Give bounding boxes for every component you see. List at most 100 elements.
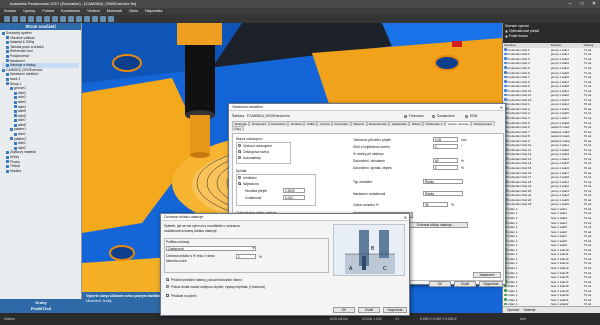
table-row[interactable]: vrtání 1 hole 1 side3 T4 sd. <box>503 216 600 221</box>
holder-ok-button[interactable]: OK <box>333 307 355 313</box>
feed-input[interactable]: 95 <box>423 202 448 207</box>
set-default-button[interactable]: Nastavení <box>473 272 501 278</box>
cancel-button[interactable]: Zrušit <box>454 281 476 287</box>
operation-name: hrubování část 2 <box>507 106 530 111</box>
menu-construct[interactable]: Konstrukce <box>61 8 80 15</box>
help-button[interactable]: Nápověda <box>479 281 503 287</box>
properties-tab[interactable]: Dokončovací <box>366 121 390 126</box>
properties-tab[interactable]: Hrubování 2 <box>423 121 446 126</box>
operation-name: hrubování část 17 <box>507 175 532 180</box>
menu-help[interactable]: Nápověda <box>145 8 162 15</box>
nominal-tool-radio[interactable] <box>166 278 169 281</box>
maximize-button[interactable]: □ <box>578 1 586 7</box>
machining-type-select[interactable]: Řádky <box>423 179 463 184</box>
holder-help-button[interactable]: Nápověda <box>383 307 407 313</box>
pitch-label: Hloubka přejetí <box>245 189 268 193</box>
mode-edm-radio[interactable] <box>465 114 468 118</box>
properties-tab[interactable]: Hlavní <box>409 121 424 126</box>
pitch-input[interactable]: 0.3000 <box>283 188 305 193</box>
table-row[interactable]: vrtání 1 hole 1 side11 T4 sd. <box>503 252 600 257</box>
menu-view[interactable]: Pohled <box>42 8 54 15</box>
properties-tab[interactable]: Postprocesor <box>471 121 495 126</box>
minimize-button[interactable]: – <box>566 1 574 7</box>
distance-setting-select[interactable]: Řádky <box>423 191 463 196</box>
table-row[interactable]: vrtání 1 hole 1 side5 T4 sd. <box>503 225 600 230</box>
ok-button[interactable]: OK <box>429 281 451 287</box>
tab-operations[interactable]: Operace <box>507 308 519 312</box>
simulate-icon[interactable] <box>100 16 106 22</box>
operation-name: vrtání 1 <box>507 266 518 271</box>
undo-icon[interactable] <box>28 16 34 22</box>
operation-name: vrtání 1 <box>507 211 518 216</box>
properties-tab[interactable]: Dokončení <box>268 121 289 126</box>
properties-tab[interactable]: Hrubování <box>249 121 269 126</box>
menu-edit[interactable]: Úpravy <box>23 8 35 15</box>
shade-icon[interactable] <box>92 16 98 22</box>
tree-item[interactable]: Hladina <box>2 169 79 174</box>
table-row[interactable]: hrubování část 23 group 1 side6 T2 sd. <box>503 202 600 207</box>
properties-tab[interactable]: Vrtání <box>304 121 318 126</box>
margin-label-line2: hlavního nože <box>166 259 187 263</box>
menu-file[interactable]: Soubor <box>4 8 16 15</box>
angle-input[interactable]: 0 <box>433 144 458 149</box>
nominal-tool-label: Přidat nominální nástroj, pokud hrubován… <box>171 277 242 282</box>
properties-tab[interactable]: Obecné <box>350 121 367 126</box>
spiral-rest-input[interactable]: 0 <box>433 165 458 170</box>
operation-name: hrubování část 7 <box>507 129 530 134</box>
operation-table: Operace Feature Nástroj hrubování část 1… <box>503 43 600 307</box>
table-row[interactable]: vrtání 1 hole 1 side18 T4 sd. <box>503 284 600 289</box>
policy-select[interactable]: Zastavovat <box>166 246 256 251</box>
tab-tools[interactable]: Nástroje <box>524 308 536 312</box>
save-icon[interactable] <box>20 16 26 22</box>
add-on-sheet-checkbox[interactable] <box>166 294 169 297</box>
table-row[interactable]: vrtání 1 hole 1 side16 T4 sd. <box>503 275 600 280</box>
chevron-down-icon[interactable]: ▼ <box>252 246 255 250</box>
properties-tab[interactable]: Frézování <box>331 121 351 126</box>
spiral-vertical-radio[interactable] <box>238 176 241 179</box>
properties-tab[interactable]: Opakování <box>389 121 410 126</box>
nc-code-icon[interactable] <box>108 16 114 22</box>
close-button[interactable]: ✕ <box>590 1 598 7</box>
retract-plane-radio[interactable] <box>238 150 241 153</box>
dialog-close-icon[interactable]: ✕ <box>500 104 503 111</box>
distance-input[interactable]: 0.000 <box>283 195 305 200</box>
pan-icon[interactable] <box>60 16 66 22</box>
view-top-icon[interactable] <box>76 16 82 22</box>
zoom-icon[interactable] <box>52 16 58 22</box>
retract-auto-radio[interactable] <box>238 156 241 159</box>
title-bar: Autodesk Featurecam 2017 (Education) - [… <box>0 0 600 8</box>
retract-default-radio[interactable] <box>238 144 241 147</box>
arc-input[interactable]: 60 <box>433 158 458 163</box>
skip-output-radio[interactable] <box>166 285 169 288</box>
holder-cancel-button[interactable]: Zrušit <box>358 307 380 313</box>
mode-turning-radio[interactable] <box>432 114 435 118</box>
menu-insert[interactable]: Vložení <box>87 8 100 15</box>
view-iso-icon[interactable] <box>84 16 90 22</box>
steps-panel-tab[interactable]: Kroky ProMiT2x3 <box>0 299 82 313</box>
spiral-ramp-radio[interactable] <box>238 182 241 185</box>
table-row[interactable]: vrtání 1 hole 1 side20 T4 sd. <box>503 293 600 298</box>
holder-protection-button[interactable]: Ochrana dřížky nástroje... <box>403 222 468 228</box>
table-row[interactable]: vrtání 1 hole 1 side9 T4 sd. <box>503 243 600 248</box>
operation-name: vrtání 1 <box>507 216 518 220</box>
table-row[interactable]: vrtání 1 hole 1 side14 T4 sd. <box>503 266 600 271</box>
menu-window[interactable]: Okno <box>129 8 138 15</box>
margin-input[interactable]: 2 <box>236 254 256 259</box>
select-icon[interactable] <box>44 16 50 22</box>
operation-name: hrubování část 10 <box>507 88 532 93</box>
redo-icon[interactable] <box>36 16 42 22</box>
mode-milling-radio[interactable] <box>404 114 407 118</box>
properties-tab[interactable]: Výstup <box>317 121 332 126</box>
by-feature-option[interactable]: Podle funkce <box>505 34 598 39</box>
tolerance-input[interactable]: 0.05 <box>433 137 458 142</box>
properties-tab[interactable]: Čáry <box>232 126 244 131</box>
menu-options[interactable]: Možnosti <box>107 8 122 15</box>
properties-tab[interactable]: Výstup nástroje <box>445 121 472 126</box>
operation-name: vrtání 1 <box>507 284 518 289</box>
new-icon[interactable] <box>4 16 10 22</box>
rotate-icon[interactable] <box>68 16 74 22</box>
open-icon[interactable] <box>12 16 18 22</box>
properties-tab[interactable]: Kontura <box>288 121 305 126</box>
holder-dialog-close-icon[interactable]: ✕ <box>404 214 407 221</box>
table-row[interactable]: vrtání 1 hole 1 side7 T4 sd. <box>503 234 600 239</box>
